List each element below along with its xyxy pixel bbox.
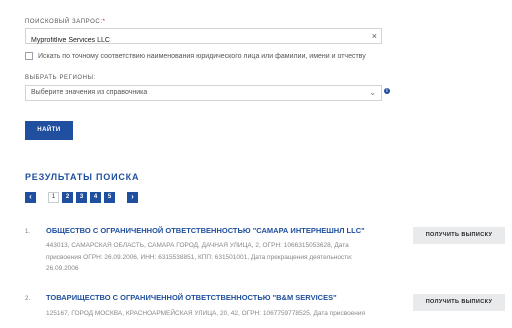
exact-match-row: Искать по точному соответствию наименова… [25,52,366,60]
chevron-down-icon: ⌄ [369,88,376,97]
result-title-link[interactable]: ТОВАРИЩЕСТВО С ОГРАНИЧЕННОЙ ОТВЕТСТВЕННО… [46,293,337,302]
get-extract-button[interactable]: ПОЛУЧИТЬ ВЫПИСКУ [413,227,505,244]
pagination-spacer [118,192,124,203]
pagination-spacer [39,192,45,203]
page-button-3[interactable]: 3 [76,192,87,203]
result-description: 125167, ГОРОД МОСКВА, КРАСНОАРМЕЙСКАЯ УЛ… [46,310,366,317]
find-button[interactable]: НАЙТИ [25,121,73,140]
regions-select[interactable]: Выберите значения из справочника ⌄ [25,85,382,101]
clear-icon[interactable]: × [372,30,377,42]
page-button-1[interactable]: 1 [48,192,59,203]
get-extract-button[interactable]: ПОЛУЧИТЬ ВЫПИСКУ [413,294,505,311]
search-field: × [25,28,382,48]
page-button-5[interactable]: 5 [104,192,115,203]
exact-match-checkbox[interactable] [25,52,33,60]
page-button-2[interactable]: 2 [62,192,73,203]
query-label-text: ПОИСКОВЫЙ ЗАПРОС: [25,19,103,25]
results-title: РЕЗУЛЬТАТЫ ПОИСКА [25,172,140,182]
pagination: ‹ 1 2 3 4 5 › [25,192,138,203]
next-page-button[interactable]: › [127,192,138,203]
prev-page-button[interactable]: ‹ [25,192,36,203]
info-icon[interactable]: i [384,88,390,94]
result-number: 2. [25,296,31,302]
regions-label: ВЫБРАТЬ РЕГИОНЫ: [25,75,96,81]
required-mark: * [102,19,106,25]
query-label: ПОИСКОВЫЙ ЗАПРОС:* [25,19,106,25]
result-title-link[interactable]: ОБЩЕСТВО С ОГРАНИЧЕННОЙ ОТВЕТСТВЕННОСТЬЮ… [46,226,365,235]
result-description: 443013, САМАРСКАЯ ОБЛАСТЬ, САМАРА ГОРОД,… [46,242,353,272]
regions-placeholder: Выберите значения из справочника [31,89,148,96]
page-button-4[interactable]: 4 [90,192,101,203]
search-input[interactable] [26,33,356,48]
exact-match-label: Искать по точному соответствию наименова… [38,52,366,60]
result-number: 1. [25,229,31,235]
